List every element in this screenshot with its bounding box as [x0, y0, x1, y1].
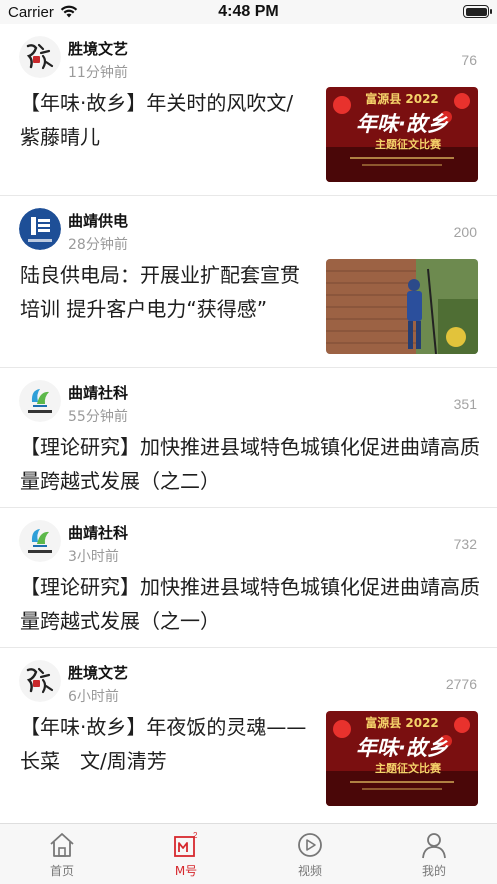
view-count: 2776	[445, 676, 477, 692]
bottom-tab-bar: 首页 2 M号 视频 我的	[0, 823, 497, 884]
tab-label: 首页	[49, 864, 74, 878]
view-count: 76	[461, 52, 477, 68]
article-card[interactable]: 胜境文艺 11分钟前 76 【年味·故乡】年关时的风吹文/紫藤晴儿 富源县 20…	[0, 24, 497, 196]
article-thumbnail[interactable]	[326, 259, 478, 354]
thumbnail-header: 富源县 2022	[365, 715, 439, 730]
home-icon	[50, 833, 74, 857]
source-name[interactable]: 曲靖社科	[68, 522, 128, 543]
article-title[interactable]: 【年味·故乡】年夜饭的灵魂——长菜 文/周清芳	[20, 710, 310, 778]
thumbnail-calligraphy: 年味·故乡	[356, 736, 449, 760]
tab-label: M号	[174, 864, 198, 878]
article-title[interactable]: 【理论研究】加快推进县域特色城镇化促进曲靖高质量跨越式发展（之二）	[20, 430, 480, 498]
thumbnail-subtitle: 主题征文比赛	[375, 761, 442, 775]
view-count: 732	[453, 536, 477, 552]
article-title[interactable]: 陆良供电局：开展业扩配套宣贯培训 提升客户电力“获得感”	[20, 258, 310, 326]
view-count: 200	[453, 224, 477, 240]
source-name[interactable]: 曲靖社科	[68, 382, 128, 403]
tab-label: 视频	[297, 864, 322, 878]
shengjing-logo-icon[interactable]	[19, 660, 61, 702]
source-name[interactable]: 胜境文艺	[68, 662, 128, 683]
svg-text:2: 2	[193, 831, 198, 840]
publish-time: 11分钟前	[68, 65, 128, 81]
publish-time: 3小时前	[68, 549, 119, 565]
article-thumbnail[interactable]: 富源县 2022 年味·故乡 主题征文比赛	[326, 711, 478, 806]
qujing-sheke-logo-icon[interactable]	[19, 380, 61, 422]
article-thumbnail[interactable]: 富源县 2022 年味·故乡 主题征文比赛	[326, 87, 478, 182]
view-count: 351	[453, 396, 477, 412]
status-bar: Carrier 4:48 PM	[0, 0, 497, 24]
tab-video[interactable]: 视频	[248, 824, 372, 884]
publish-time: 6小时前	[68, 689, 119, 705]
article-card[interactable]: 曲靖社科 55分钟前 351 【理论研究】加快推进县域特色城镇化促进曲靖高质量跨…	[0, 368, 497, 508]
article-card[interactable]: 曲靖社科 3小时前 732 【理论研究】加快推进县域特色城镇化促进曲靖高质量跨越…	[0, 508, 497, 648]
china-southern-grid-logo-icon[interactable]	[19, 208, 61, 250]
publish-time: 28分钟前	[68, 237, 128, 253]
thumbnail-calligraphy: 年味·故乡	[356, 112, 449, 136]
article-title[interactable]: 【年味·故乡】年关时的风吹文/紫藤晴儿	[20, 86, 310, 154]
shengjing-logo-icon[interactable]	[19, 36, 61, 78]
tab-label: 我的	[421, 864, 446, 878]
clock: 4:48 PM	[218, 3, 279, 20]
article-title[interactable]: 【理论研究】加快推进县域特色城镇化促进曲靖高质量跨越式发展（之一）	[20, 570, 480, 638]
article-card[interactable]: 胜境文艺 6小时前 2776 【年味·故乡】年夜饭的灵魂——长菜 文/周清芳 富…	[0, 648, 497, 823]
qujing-sheke-logo-icon[interactable]	[19, 520, 61, 562]
thumbnail-header: 富源县 2022	[365, 91, 439, 106]
battery-icon	[463, 5, 492, 18]
tab-mine[interactable]: 我的	[372, 824, 496, 884]
thumbnail-subtitle: 主题征文比赛	[375, 137, 442, 151]
publish-time: 55分钟前	[68, 409, 128, 425]
source-name[interactable]: 胜境文艺	[68, 38, 128, 59]
person-icon	[422, 833, 446, 859]
source-name[interactable]: 曲靖供电	[68, 210, 128, 231]
play-icon	[298, 833, 322, 857]
tab-m-number[interactable]: 2 M号	[124, 824, 248, 884]
tab-home[interactable]: 首页	[0, 824, 124, 884]
article-card[interactable]: 曲靖供电 28分钟前 200 陆良供电局：开展业扩配套宣贯培训 提升客户电力“获…	[0, 196, 497, 368]
m-number-icon: 2	[174, 831, 198, 857]
